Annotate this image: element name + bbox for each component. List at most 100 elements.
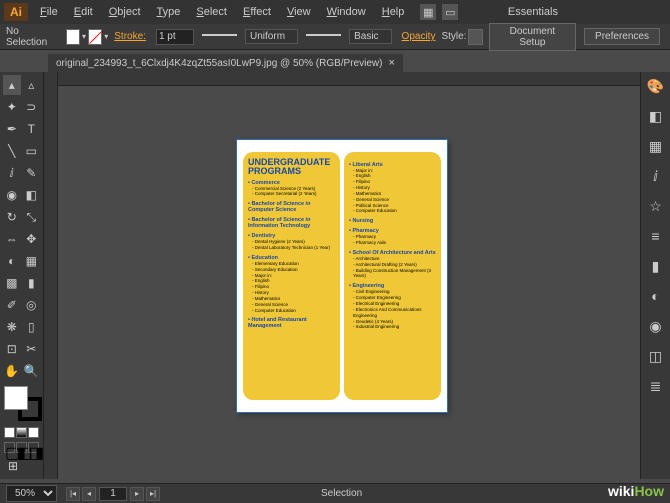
color-panel-icon[interactable]: 🎨: [646, 76, 666, 96]
document-tab[interactable]: original_234993_t_6Clxdj4K4zqZt55asI0LwP…: [48, 54, 403, 72]
control-bar: No Selection ▾ ▾ Stroke: Uniform Basic O…: [0, 24, 670, 50]
eraser-tool[interactable]: ◧: [23, 185, 41, 205]
color-mode-icon[interactable]: [4, 427, 15, 438]
fill-stroke-indicator[interactable]: [4, 386, 42, 421]
right-panel-dock: 🎨 ◧ ▦ ⅈ ☆ ≡ ▮ ◐ ◉ ◫ ≣: [640, 72, 670, 479]
screen-mode-tool[interactable]: ⊞: [3, 456, 23, 476]
document-setup-button[interactable]: Document Setup: [489, 23, 576, 51]
transparency-panel-icon[interactable]: ◐: [646, 286, 666, 306]
artboard-number-input[interactable]: 1: [99, 487, 127, 501]
perspective-tool[interactable]: ▦: [23, 251, 41, 271]
fill-color-box[interactable]: [4, 386, 28, 410]
free-transform-tool[interactable]: ✥: [23, 229, 41, 249]
layers-panel-icon[interactable]: ≣: [646, 376, 666, 396]
section-list: Civil EngineeringComputer EngineeringEle…: [353, 289, 436, 330]
section-list: Elementary EducationSecondary EducationM…: [252, 261, 335, 314]
brush-dropdown[interactable]: Basic: [349, 29, 391, 44]
hand-tool[interactable]: ✋: [3, 361, 21, 381]
gradient-tool[interactable]: ▮: [23, 273, 41, 293]
menu-bar: Ai FileEditObjectTypeSelectEffectViewWin…: [0, 0, 670, 24]
prev-artboard-button[interactable]: ◂: [82, 487, 96, 501]
section-list: PharmacyPharmacy Aide: [353, 234, 436, 246]
opacity-link[interactable]: Opacity: [402, 31, 436, 42]
line-tool[interactable]: ╲: [3, 141, 21, 161]
magic-wand-tool[interactable]: ✦: [3, 97, 21, 117]
stroke-panel-icon[interactable]: ≡: [646, 226, 666, 246]
stroke-profile-dropdown[interactable]: Uniform: [245, 29, 298, 44]
menu-select[interactable]: Select: [188, 6, 235, 18]
section-heading: • Bachelor of Science in Information Tec…: [248, 217, 335, 229]
arrange-icon[interactable]: ▭: [442, 4, 458, 20]
stroke-weight-input[interactable]: [156, 29, 194, 45]
close-icon[interactable]: ×: [388, 57, 394, 69]
mesh-tool[interactable]: ▩: [3, 273, 21, 293]
paintbrush-tool[interactable]: ⅈ: [3, 163, 21, 183]
brushes-panel-icon[interactable]: ⅈ: [646, 166, 666, 186]
lasso-tool[interactable]: ⊃: [23, 97, 41, 117]
symbols-panel-icon[interactable]: ☆: [646, 196, 666, 216]
bridge-icon[interactable]: ▦: [420, 4, 436, 20]
width-tool[interactable]: ⇔: [3, 229, 21, 249]
next-artboard-button[interactable]: ▸: [130, 487, 144, 501]
pencil-tool[interactable]: ✎: [23, 163, 41, 183]
shape-builder-tool[interactable]: ◐: [3, 251, 21, 271]
brochure-title: UNDERGRADUATEPROGRAMS: [248, 158, 335, 176]
brush-sample: [306, 34, 341, 46]
last-artboard-button[interactable]: ▸|: [146, 487, 160, 501]
stroke-swatch[interactable]: [88, 29, 102, 45]
rectangle-tool[interactable]: ▭: [23, 141, 41, 161]
section-heading: • Nursing: [349, 218, 436, 224]
section-list: Major in: English Filipino History Mathe…: [353, 168, 436, 215]
swatches-panel-icon[interactable]: ▦: [646, 136, 666, 156]
pen-tool[interactable]: ✒: [3, 119, 21, 139]
section-list: ArchitectureArchitectural Drafting (2 Ye…: [353, 256, 436, 279]
eyedropper-tool[interactable]: ✐: [3, 295, 21, 315]
list-item: Building Construction Management (3 Year…: [353, 268, 436, 280]
zoom-dropdown[interactable]: 50%: [6, 485, 57, 502]
gradient-panel-icon[interactable]: ▮: [646, 256, 666, 276]
draw-inside-icon[interactable]: ◨: [28, 442, 39, 453]
ruler-horizontal[interactable]: [58, 72, 640, 86]
list-item: Electronics And Communications Engineeri…: [353, 307, 436, 319]
menu-effect[interactable]: Effect: [235, 6, 279, 18]
direct-selection-tool[interactable]: ▵: [23, 75, 41, 95]
artboard-tool[interactable]: ⊡: [3, 339, 21, 359]
rotate-tool[interactable]: ↻: [3, 207, 21, 227]
none-mode-icon[interactable]: [28, 427, 39, 438]
selection-tool[interactable]: ▴: [3, 75, 21, 95]
menu-file[interactable]: File: [32, 6, 66, 18]
preferences-button[interactable]: Preferences: [584, 28, 660, 45]
appearance-panel-icon[interactable]: ◉: [646, 316, 666, 336]
menu-window[interactable]: Window: [319, 6, 374, 18]
draw-behind-icon[interactable]: ◧: [16, 442, 27, 453]
workspace-switcher[interactable]: Essentials: [500, 6, 566, 18]
canvas-area[interactable]: UNDERGRADUATEPROGRAMS • CommerceCommerci…: [44, 72, 640, 479]
color-guide-icon[interactable]: ◧: [646, 106, 666, 126]
menu-help[interactable]: Help: [374, 6, 413, 18]
type-tool[interactable]: T: [23, 119, 41, 139]
graphic-styles-icon[interactable]: ◫: [646, 346, 666, 366]
slice-tool[interactable]: ✂: [23, 339, 41, 359]
gradient-mode-icon[interactable]: [16, 427, 27, 438]
app-logo-icon[interactable]: Ai: [4, 3, 28, 21]
artboard[interactable]: UNDERGRADUATEPROGRAMS • CommerceCommerci…: [237, 140, 447, 412]
list-item: Industrial Engineering: [353, 324, 436, 330]
menu-edit[interactable]: Edit: [66, 6, 101, 18]
fill-swatch[interactable]: [66, 29, 80, 45]
symbol-sprayer-tool[interactable]: ❋: [3, 317, 21, 337]
graph-tool[interactable]: ▯: [23, 317, 41, 337]
zoom-tool[interactable]: 🔍: [23, 361, 41, 381]
first-artboard-button[interactable]: |◂: [66, 487, 80, 501]
draw-normal-icon[interactable]: ▢: [4, 442, 15, 453]
ruler-vertical[interactable]: [44, 72, 58, 479]
menu-type[interactable]: Type: [149, 6, 189, 18]
stroke-panel-link[interactable]: Stroke:: [114, 31, 146, 42]
blob-brush-tool[interactable]: ◉: [3, 185, 21, 205]
scale-tool[interactable]: ⤡: [23, 207, 41, 227]
list-item: Computer Education: [252, 308, 335, 314]
style-swatch[interactable]: [468, 29, 482, 45]
menu-view[interactable]: View: [279, 6, 319, 18]
section-heading: • Hotel and Restaurant Management: [248, 317, 335, 329]
menu-object[interactable]: Object: [101, 6, 149, 18]
blend-tool[interactable]: ◎: [23, 295, 41, 315]
